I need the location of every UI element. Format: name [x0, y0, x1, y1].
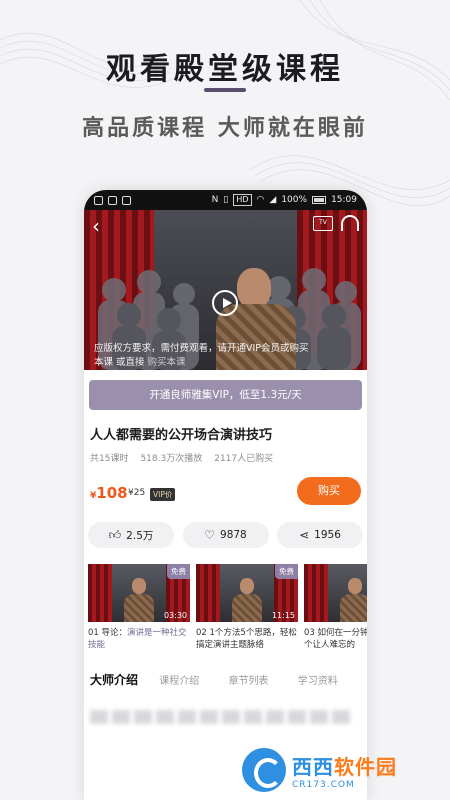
watermark-name: 西西软件园 — [292, 751, 397, 780]
back-arrow-icon[interactable]: ‹ — [92, 216, 100, 236]
buy-course-link[interactable]: 购买本课 — [148, 357, 186, 368]
lesson-caption: 01 导论：演讲是一种社交技能 — [88, 627, 190, 651]
speaker-head — [237, 268, 271, 308]
paywall-notice-line1: 应版权方要求，需付费观看，请开通VIP会员或购买 — [94, 343, 309, 354]
status-bar: N ▯ HD ◠ ◢ 100% 15:09 — [84, 190, 367, 210]
hd-icon: HD — [233, 194, 252, 206]
lesson-thumbnail: 免费 03:30 — [88, 564, 190, 622]
price-value: 108 — [96, 484, 128, 502]
price-row: ¥108 ¥25 VIP价 购买 — [90, 476, 367, 506]
comment-button[interactable]: ♡ 9878 — [182, 522, 269, 548]
lesson-thumbnails: 免费 03:30 01 导论：演讲是一种社交技能 免费 11:15 02 1个方… — [88, 564, 367, 651]
social-actions: 👍︎ 2.5万 ♡ 9878 ⋖ 1956 — [88, 522, 363, 548]
tab-materials[interactable]: 学习资料 — [298, 672, 367, 687]
tab-master-intro[interactable]: 大师介绍 — [90, 671, 159, 688]
share-count: 1956 — [314, 529, 341, 541]
comment-count: 9878 — [220, 529, 247, 541]
site-watermark: 西西软件园 CR173.COM — [242, 746, 442, 794]
buy-button[interactable]: 购买 — [297, 477, 361, 505]
paywall-notice-prefix: 本课 或直接 — [94, 357, 148, 368]
signal-icon: ◢ — [269, 195, 277, 205]
lesson-count: 共15课时 — [90, 454, 129, 464]
watermark-name-a: 西西 — [292, 754, 334, 779]
vip-price: ¥25 — [128, 488, 146, 498]
clipboard-icon — [122, 195, 131, 205]
thumb-curtain-left — [304, 564, 328, 622]
vip-price-tag: VIP价 — [150, 488, 176, 501]
clock: 15:09 — [331, 195, 357, 205]
headline-underline — [204, 88, 246, 92]
image-icon — [108, 195, 117, 205]
share-icon: ⋖ — [299, 528, 310, 542]
share-button[interactable]: ⋖ 1956 — [277, 522, 363, 548]
lesson-duration: 11:15 — [271, 611, 295, 620]
battery-icon — [312, 196, 327, 204]
thumb-speaker-head — [348, 578, 362, 594]
tab-course-intro[interactable]: 课程介绍 — [159, 672, 228, 687]
wifi-icon: ◠ — [256, 195, 265, 205]
watermark-name-b: 软件园 — [334, 754, 397, 779]
comment-icon: ♡ — [204, 528, 216, 542]
course-price: ¥108 — [90, 484, 128, 502]
notification-icon — [94, 195, 103, 205]
play-button[interactable] — [212, 290, 238, 316]
promo-subline: 高品质课程 大师就在眼前 — [82, 115, 368, 141]
thumb-curtain-left — [88, 564, 112, 622]
blurred-content — [90, 710, 350, 724]
site-logo-icon — [242, 748, 286, 792]
lesson-card[interactable]: 免费 11:15 02 1个方法5个思路，轻松搞定演讲主题脉络 — [196, 564, 298, 651]
lesson-thumbnail: 免费 — [304, 564, 367, 622]
paywall-notice: 应版权方要求，需付费观看，请开通VIP会员或购买 本课 或直接 购买本课 — [94, 342, 334, 370]
detail-tabs: 大师介绍 课程介绍 章节列表 学习资料 — [90, 671, 367, 688]
thumb-speaker-body — [232, 594, 262, 622]
lesson-caption-prefix: 01 导论： — [88, 628, 128, 638]
promo-headline: 观看殿堂级课程 — [106, 52, 344, 87]
lesson-card[interactable]: 免费 03 如何在一分钟内，做一个让人难忘的 — [304, 564, 367, 651]
lesson-caption: 03 如何在一分钟内，做一个让人难忘的 — [304, 628, 367, 650]
nfc-icon: N — [211, 195, 219, 205]
thumb-speaker-head — [132, 578, 146, 594]
lesson-card[interactable]: 免费 03:30 01 导论：演讲是一种社交技能 — [88, 564, 190, 651]
buyer-count: 2117人已购买 — [214, 454, 274, 464]
phone-screen: N ▯ HD ◠ ◢ 100% 15:09 ‹ TV 应版权方要求，需付费观看，… — [84, 190, 367, 800]
vibrate-icon: ▯ — [223, 195, 229, 205]
thumb-speaker-body — [124, 594, 154, 622]
battery-percent: 100% — [281, 195, 308, 205]
watermark-url: CR173.COM — [292, 779, 355, 790]
thumbs-up-icon: 👍︎ — [108, 527, 122, 542]
play-count: 518.3万次播放 — [140, 454, 203, 464]
free-badge: 免费 — [275, 564, 298, 579]
tab-chapter-list[interactable]: 章节列表 — [229, 672, 298, 687]
free-badge: 免费 — [167, 564, 190, 579]
course-stats: 共15课时 518.3万次播放 2117人已购买 — [90, 451, 367, 464]
thumb-curtain-left — [196, 564, 220, 622]
thumb-speaker-head — [240, 578, 254, 594]
vip-subscribe-bar[interactable]: 开通良师雅集VIP，低至1.3元/天 — [89, 380, 362, 410]
thumb-speaker-body — [340, 594, 367, 622]
tv-cast-icon[interactable]: TV — [313, 216, 333, 231]
like-button[interactable]: 👍︎ 2.5万 — [88, 522, 174, 548]
course-title: 人人都需要的公开场合演讲技巧 — [90, 428, 273, 443]
video-player[interactable]: ‹ TV 应版权方要求，需付费观看，请开通VIP会员或购买 本课 或直接 购买本… — [84, 210, 367, 370]
like-count: 2.5万 — [126, 529, 154, 542]
lesson-duration: 03:30 — [163, 611, 187, 620]
lesson-caption: 02 1个方法5个思路，轻松搞定演讲主题脉络 — [196, 628, 297, 650]
lesson-thumbnail: 免费 11:15 — [196, 564, 298, 622]
headphones-icon[interactable] — [341, 215, 359, 231]
